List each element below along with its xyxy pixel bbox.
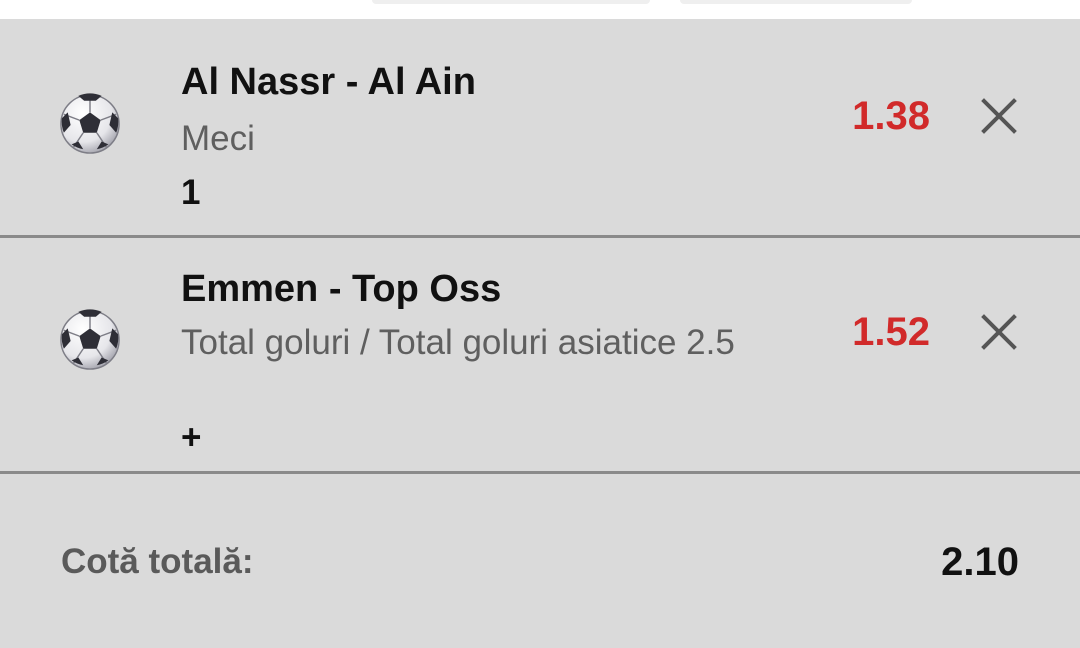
total-odds-label: Cotă totală: (61, 542, 254, 581)
selection: 1 (181, 173, 201, 212)
event-name: Emmen - Top Oss (181, 268, 502, 310)
bet-item: Al Nassr - Al Ain Meci 1 1.38 (0, 19, 1080, 235)
close-icon[interactable] (977, 94, 1021, 138)
odds-value: 1.38 (852, 94, 930, 138)
total-odds-row: Cotă totală: 2.10 (0, 474, 1080, 648)
selection: + (181, 418, 202, 457)
market-name: Total goluri / Total goluri asiatice 2.5 (181, 323, 735, 362)
top-shadow-right (680, 0, 912, 4)
soccer-ball-icon (60, 309, 120, 370)
market-name: Meci (181, 119, 255, 158)
event-name: Al Nassr - Al Ain (181, 61, 476, 103)
close-icon[interactable] (977, 310, 1021, 354)
odds-value: 1.52 (852, 310, 930, 354)
top-strip (0, 0, 1080, 19)
total-odds-value: 2.10 (941, 540, 1019, 584)
bet-item: Emmen - Top Oss Total goluri / Total gol… (0, 238, 1080, 471)
top-shadow-left (372, 0, 650, 4)
soccer-ball-icon (60, 93, 120, 154)
